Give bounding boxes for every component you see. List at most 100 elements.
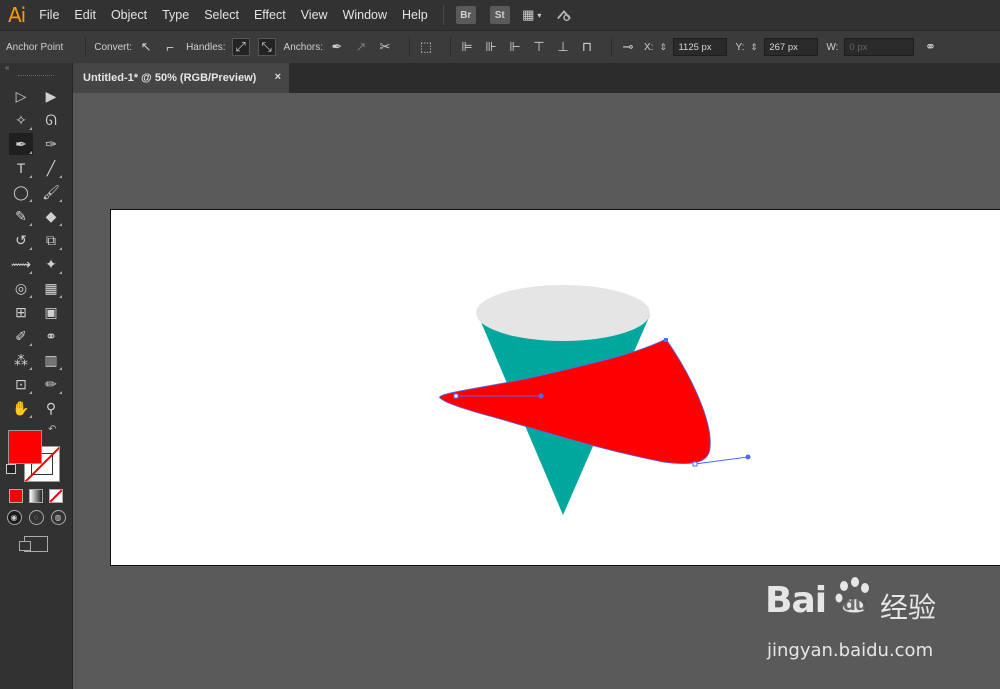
menu-window[interactable]: Window (343, 8, 387, 22)
panel-grip[interactable] (18, 75, 54, 84)
anchors-label: Anchors: (283, 41, 323, 53)
draw-behind-icon[interactable]: ◌ (28, 509, 44, 525)
anchor-point-icon: ⊸ (622, 39, 634, 54)
handle-point-left[interactable] (538, 393, 544, 399)
handles-label: Handles: (186, 41, 226, 53)
align-bottom-icon[interactable]: ⊓ (579, 39, 595, 55)
close-icon[interactable]: × (275, 71, 281, 83)
direct-selection-tool-icon[interactable]: ▶ (39, 85, 63, 107)
collapse-panel-icon[interactable]: « (0, 63, 72, 75)
scale-tool-icon[interactable]: ⧉ (39, 229, 63, 251)
color-mode-icon[interactable] (9, 489, 23, 503)
shaper-tool-icon[interactable]: ✎ (9, 205, 33, 227)
swap-fill-stroke-icon[interactable]: ↶ (48, 424, 56, 435)
menu-effect[interactable]: Effect (254, 8, 286, 22)
cut-path-icon[interactable]: ✂ (377, 39, 393, 55)
fill-stroke-swatches: ↶ (0, 424, 72, 486)
x-field[interactable]: 1125 px (673, 38, 728, 56)
perspective-grid-tool-icon[interactable]: ▦ (39, 277, 63, 299)
gpu-performance-icon[interactable] (556, 7, 572, 23)
menu-edit[interactable]: Edit (74, 8, 96, 22)
anchor-bottom[interactable] (692, 461, 698, 467)
symbol-sprayer-tool-icon[interactable]: ⁂ (9, 349, 33, 371)
paintbrush-tool-icon[interactable]: 🖌 (39, 181, 63, 203)
menu-type[interactable]: Type (162, 8, 189, 22)
shape-builder-tool-icon[interactable]: ◎ (9, 277, 33, 299)
watermark-chinese: 经验 (880, 591, 937, 624)
align-left-icon[interactable]: ⊫ (459, 39, 475, 55)
align-hcenter-icon[interactable]: ⊪ (483, 39, 499, 55)
y-field[interactable]: 267 px (764, 38, 819, 56)
x-spinner-icon[interactable]: ⇕ (659, 38, 669, 56)
anchor-top[interactable] (664, 338, 668, 342)
connect-anchor-icon: ↗ (355, 39, 367, 54)
selection-tool-icon[interactable]: ▷ (9, 85, 33, 107)
magic-wand-tool-icon[interactable]: ✧ (9, 109, 33, 131)
menu-object[interactable]: Object (111, 8, 147, 22)
default-colors-icon[interactable] (6, 464, 16, 474)
convert-corner-icon[interactable]: ↖ (138, 39, 154, 55)
separator (611, 37, 612, 57)
menu-file[interactable]: File (39, 8, 59, 22)
y-label: Y: (735, 41, 745, 53)
align-vcenter-icon[interactable]: ⊥ (555, 39, 571, 55)
mesh-tool-icon[interactable]: ⊞ (9, 301, 33, 323)
convert-smooth-icon[interactable]: ⌐ (162, 39, 178, 55)
tools-panel: « ▷ ▶ ✧ ᘏ ✒ ✑ T ╱ ◯ 🖌 ✎ ◆ ↺ ⧉ ⟿ ✦ ◎ ▦ ⊞ … (0, 63, 73, 689)
gradient-mode-icon[interactable] (29, 489, 43, 503)
graph-tool-icon[interactable]: ▥ (39, 349, 63, 371)
menu-bar: Ai File Edit Object Type Select Effect V… (0, 0, 1000, 30)
align-right-icon[interactable]: ⊩ (507, 39, 523, 55)
separator (450, 37, 451, 57)
screen-mode-icon[interactable] (19, 536, 48, 552)
width-tool-icon[interactable]: ⟿ (9, 253, 33, 275)
separator (85, 37, 87, 57)
watermark-brand-suffix: du (843, 594, 868, 615)
zoom-tool-icon[interactable]: ⚲ (39, 397, 63, 419)
control-bar: Anchor Point Convert: ↖ ⌐ Handles: ⤢ ⤡ A… (0, 30, 1000, 64)
curvature-tool-icon[interactable]: ✑ (39, 133, 63, 155)
align-top-icon[interactable]: ⊤ (531, 39, 547, 55)
rotate-tool-icon[interactable]: ↺ (9, 229, 33, 251)
app-logo: Ai (8, 3, 26, 27)
none-mode-icon[interactable] (49, 489, 63, 503)
y-spinner-icon[interactable]: ⇕ (750, 38, 760, 56)
menu-view[interactable]: View (301, 8, 328, 22)
anchor-left[interactable] (453, 393, 459, 399)
fill-swatch[interactable] (8, 430, 42, 464)
stock-button[interactable]: St (489, 6, 510, 24)
draw-inside-icon[interactable]: ◍ (50, 509, 66, 525)
lasso-tool-icon[interactable]: ᘏ (39, 109, 63, 131)
w-label: W: (826, 41, 839, 53)
link-icon[interactable]: ⚭ (922, 39, 938, 55)
artboard-tool-icon[interactable]: ⊡ (9, 373, 33, 395)
handle-point-right[interactable] (745, 454, 751, 460)
menu-help[interactable]: Help (402, 8, 428, 22)
w-field: 0 px (844, 38, 915, 56)
hand-tool-icon[interactable]: ✋ (9, 397, 33, 419)
watermark-brand: Bai (765, 580, 827, 621)
remove-anchor-icon[interactable]: ✒ (329, 39, 345, 55)
show-handles-icon[interactable]: ⤢ (231, 38, 250, 56)
blend-tool-icon[interactable]: ⚭ (39, 325, 63, 347)
line-tool-icon[interactable]: ╱ (39, 157, 63, 179)
separator (409, 37, 410, 57)
slice-tool-icon[interactable]: ✏ (39, 373, 63, 395)
document-tab[interactable]: Untitled-1* @ 50% (RGB/Preview) × (73, 63, 289, 93)
x-label: X: (644, 41, 654, 53)
ellipse-tool-icon[interactable]: ◯ (9, 181, 33, 203)
cone-top[interactable] (476, 285, 650, 341)
gradient-tool-icon[interactable]: ▣ (39, 301, 63, 323)
workspace-layout-icon[interactable]: ▦ ▾ (522, 7, 541, 23)
eyedropper-tool-icon[interactable]: ✐ (9, 325, 33, 347)
draw-normal-icon[interactable]: ◉ (6, 509, 22, 525)
type-tool-icon[interactable]: T (9, 157, 33, 179)
pen-tool-icon[interactable]: ✒ (9, 133, 33, 155)
watermark-url: jingyan.baidu.com (767, 640, 934, 661)
hide-handles-icon[interactable]: ⤡ (257, 38, 276, 56)
puppet-warp-tool-icon[interactable]: ✦ (39, 253, 63, 275)
eraser-tool-icon[interactable]: ◆ (39, 205, 63, 227)
transform-reference-icon[interactable]: ⬚ (418, 39, 434, 55)
menu-select[interactable]: Select (204, 8, 239, 22)
bridge-button[interactable]: Br (455, 6, 476, 24)
